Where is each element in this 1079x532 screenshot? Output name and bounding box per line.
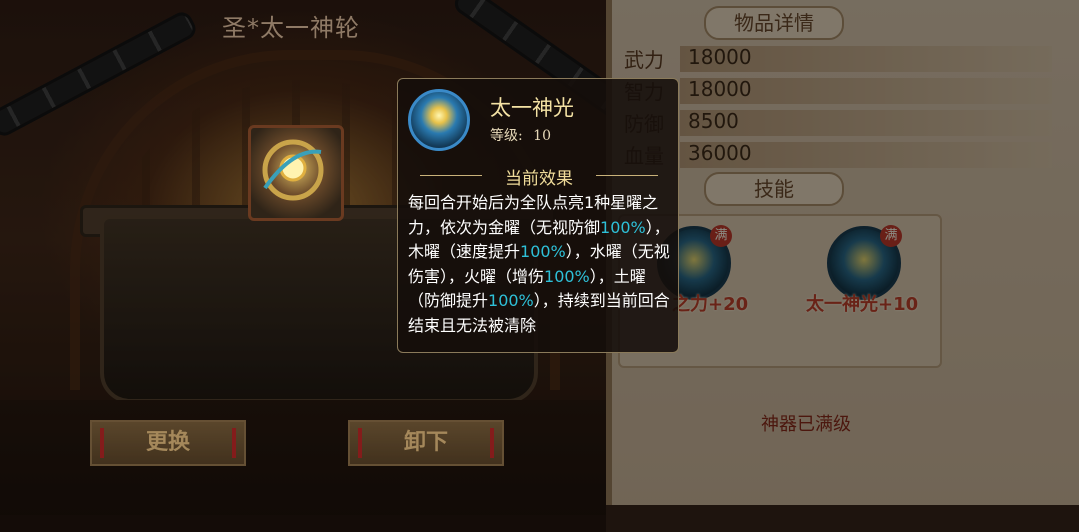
effect-value-highlight: 100%	[600, 217, 646, 237]
skill-name: 太一神光	[490, 96, 574, 120]
effect-value-highlight: 100%	[488, 291, 534, 310]
effect-description: 每回合开始后为全队点亮1种星曜之力，依次为金曜（无视防御100%），木曜（速度提…	[408, 191, 674, 338]
effect-value-highlight: 100%	[520, 242, 566, 261]
artifact-ring-icon	[262, 139, 324, 201]
level-label: 等级:	[490, 128, 523, 144]
current-effect-divider: 当前效果	[410, 165, 668, 189]
unload-button[interactable]: 卸下	[348, 420, 504, 466]
taiyi-light-skill-icon	[408, 89, 470, 151]
current-effect-label: 当前效果	[505, 169, 573, 189]
effect-value-highlight: 100%	[544, 266, 590, 286]
artifact-title: 圣*太一神轮	[222, 14, 360, 42]
level-value: 10	[533, 128, 551, 144]
skill-level: 等级: 10	[490, 125, 551, 145]
bottom-strip	[0, 515, 606, 532]
divider-line	[596, 175, 658, 176]
artifact-slot[interactable]	[248, 125, 344, 221]
panel-bottom-strip	[606, 505, 1079, 532]
swap-button[interactable]: 更换	[90, 420, 246, 466]
skill-tooltip: 太一神光 等级: 10 当前效果 每回合开始后为全队点亮1种星曜之力，依次为金曜…	[397, 78, 679, 353]
